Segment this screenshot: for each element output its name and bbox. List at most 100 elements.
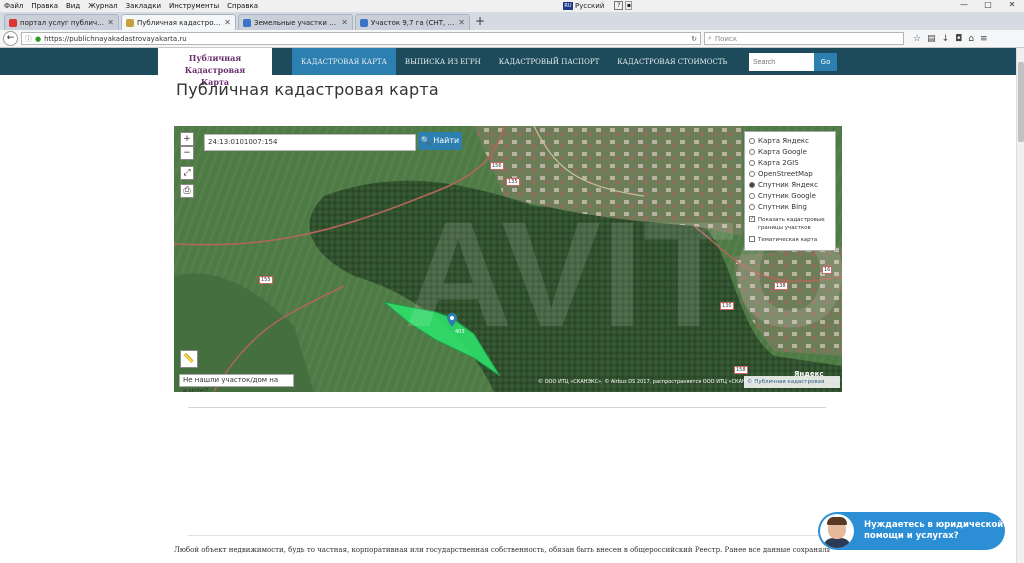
flag-icon: RU (563, 1, 573, 10)
pocket-icon[interactable]: ◘ (955, 34, 962, 44)
favicon-icon (126, 18, 134, 27)
menu-tools[interactable]: Инструменты (165, 2, 223, 10)
url-text: https://publichnayakadastrovayakarta.ru (44, 34, 187, 43)
favicon-icon (243, 18, 251, 27)
browser-search-input[interactable]: ⌕ Поиск (704, 32, 904, 45)
nav-cadastral-value[interactable]: КАДАСТРОВАЯ СТОИМОСТЬ (608, 48, 736, 75)
close-tab-icon[interactable]: ✕ (107, 18, 114, 27)
consultant-avatar (820, 514, 854, 548)
nav-cadastral-map[interactable]: КАДАСТРОВАЯ КАРТА (292, 48, 396, 75)
radio-icon (749, 148, 755, 155)
minimize-lang-icon[interactable]: ▪ (625, 1, 633, 10)
close-window-icon[interactable]: ✕ (1000, 0, 1024, 10)
tab-strip: портал услуг публичная ка... ✕ Публичная… (0, 12, 1024, 30)
home-icon[interactable]: ⌂ (968, 34, 974, 44)
nav-egrn-extract[interactable]: ВЫПИСКА ИЗ ЕГРН (396, 48, 490, 75)
browser-tab-active[interactable]: Публичная кадастровая ка... ✕ (121, 14, 236, 30)
favicon-icon (360, 18, 368, 27)
map-pin-icon[interactable] (447, 313, 457, 327)
layer-label: Карта Яндекс (758, 136, 809, 145)
browser-tab[interactable]: Участок 9,7 га (СНТ, ДНП) ... ✕ (355, 14, 470, 30)
minimize-icon[interactable]: — (952, 0, 976, 10)
site-logo[interactable]: Публичная Кадастровая Карта (158, 48, 272, 87)
site-header: Публичная Кадастровая Карта КАДАСТРОВАЯ … (0, 48, 1016, 87)
find-button[interactable]: 🔍 Найти (418, 132, 462, 150)
road-label: 138 (774, 282, 788, 290)
layer-label: Карта 2GIS (758, 158, 799, 167)
fullscreen-icon[interactable]: ⤢ (180, 166, 194, 180)
radio-icon (749, 192, 755, 199)
downloads-icon[interactable]: ↓ (942, 34, 950, 44)
radio-selected-icon (749, 181, 755, 188)
menu-view[interactable]: Вид (62, 2, 84, 10)
layers-panel: Карта Яндекс Карта Google Карта 2GIS Ope… (744, 131, 836, 251)
show-boundaries-checkbox[interactable]: ✓ Показать кадастровые границы участков (749, 216, 831, 232)
checkbox-label: Тематическая карта (758, 237, 818, 243)
zoom-out-button[interactable]: − (180, 146, 194, 160)
close-tab-icon[interactable]: ✕ (224, 18, 231, 27)
layer-option[interactable]: OpenStreetMap (749, 168, 831, 179)
menu-edit[interactable]: Правка (27, 2, 62, 10)
ruler-icon[interactable]: 📏 (180, 350, 198, 368)
browser-tab[interactable]: портал услуг публичная ка... ✕ (4, 14, 119, 30)
legal-help-chat-widget[interactable]: Нуждаетесь в юридической помощи и услуга… (818, 512, 1005, 550)
menu-history[interactable]: Журнал (84, 2, 121, 10)
new-tab-button[interactable]: + (472, 14, 488, 30)
favicon-icon (9, 18, 17, 27)
close-tab-icon[interactable]: ✕ (341, 18, 348, 27)
zoom-in-button[interactable]: + (180, 132, 194, 146)
layer-option[interactable]: Карта 2GIS (749, 157, 831, 168)
menu-help[interactable]: Справка (223, 2, 262, 10)
tab-title: Публичная кадастровая ка... (137, 18, 221, 27)
nav-cadastral-passport[interactable]: КАДАСТРОВЫЙ ПАСПОРТ (490, 48, 609, 75)
road-label: 135 (506, 178, 520, 186)
find-label: Найти (433, 136, 460, 145)
bookmark-star-icon[interactable]: ☆ (913, 34, 921, 44)
parcel-label: 403 (455, 329, 465, 335)
close-tab-icon[interactable]: ✕ (458, 18, 465, 27)
cadastral-number-input[interactable]: 24:13:0101007:154 (204, 134, 416, 151)
cadastral-map[interactable]: AVITO + − ⤢ ⎙ 📏 24:13:0101007:154 🔍 Найт… (174, 126, 842, 392)
language-indicator[interactable]: RU Русский ? ▪ (563, 0, 633, 11)
info-icon[interactable]: ⓘ (25, 34, 32, 44)
hamburger-menu-icon[interactable]: ≡ (980, 34, 988, 44)
divider (188, 535, 826, 536)
not-found-link[interactable]: Не нашли участок/дом на карте? (179, 374, 294, 392)
map-attribution: © ООО ИТЦ «СКАНЭКС», © Airbus DS 2017, р… (538, 379, 760, 385)
print-icon[interactable]: ⎙ (180, 184, 194, 198)
window-controls: — □ ✕ (952, 0, 1024, 10)
avatar-hair (827, 517, 847, 525)
address-bar[interactable]: ⓘ ● https://publichnayakadastrovayakarta… (21, 32, 701, 45)
back-button[interactable]: ← (3, 31, 18, 46)
checkbox-checked-icon: ✓ (749, 216, 755, 222)
site-search-go-button[interactable]: Go (814, 53, 837, 71)
layer-option[interactable]: Спутник Google (749, 190, 831, 201)
layer-option-selected[interactable]: Спутник Яндекс (749, 179, 831, 190)
site-search-input[interactable] (749, 53, 814, 71)
menu-bar: Файл Правка Вид Журнал Закладки Инструме… (0, 0, 1024, 12)
pkk-attribution-link[interactable]: © Публичная кадастровая карта (744, 376, 840, 392)
scrollbar-thumb[interactable] (1018, 62, 1024, 142)
main-nav: КАДАСТРОВАЯ КАРТА ВЫПИСКА ИЗ ЕГРН КАДАСТ… (292, 48, 736, 75)
satellite-imagery: AVITO (174, 126, 842, 392)
avatar-suit (823, 538, 851, 548)
thematic-map-checkbox[interactable]: Тематическая карта (749, 236, 831, 244)
tab-title: Земельные участки в Ермаг... (254, 18, 338, 27)
help-icon[interactable]: ? (614, 1, 624, 10)
browser-tab[interactable]: Земельные участки в Ермаг... ✕ (238, 14, 353, 30)
road-label: 158 (734, 366, 748, 374)
layer-option[interactable]: Спутник Bing (749, 201, 831, 212)
road-label: 156 (490, 162, 504, 170)
layer-option[interactable]: Карта Яндекс (749, 135, 831, 146)
reload-icon[interactable]: ↻ (691, 35, 697, 43)
maximize-icon[interactable]: □ (976, 0, 1000, 10)
layer-label: Спутник Bing (758, 202, 807, 211)
chat-line2: помощи и услугах? (864, 531, 959, 541)
layer-option[interactable]: Карта Google (749, 146, 831, 157)
menu-file[interactable]: Файл (0, 2, 27, 10)
layer-label: Карта Google (758, 147, 807, 156)
reading-list-icon[interactable]: ▤ (927, 34, 936, 44)
menu-bookmarks[interactable]: Закладки (122, 2, 165, 10)
page-scrollbar[interactable] (1016, 48, 1024, 563)
radio-icon (749, 137, 755, 144)
